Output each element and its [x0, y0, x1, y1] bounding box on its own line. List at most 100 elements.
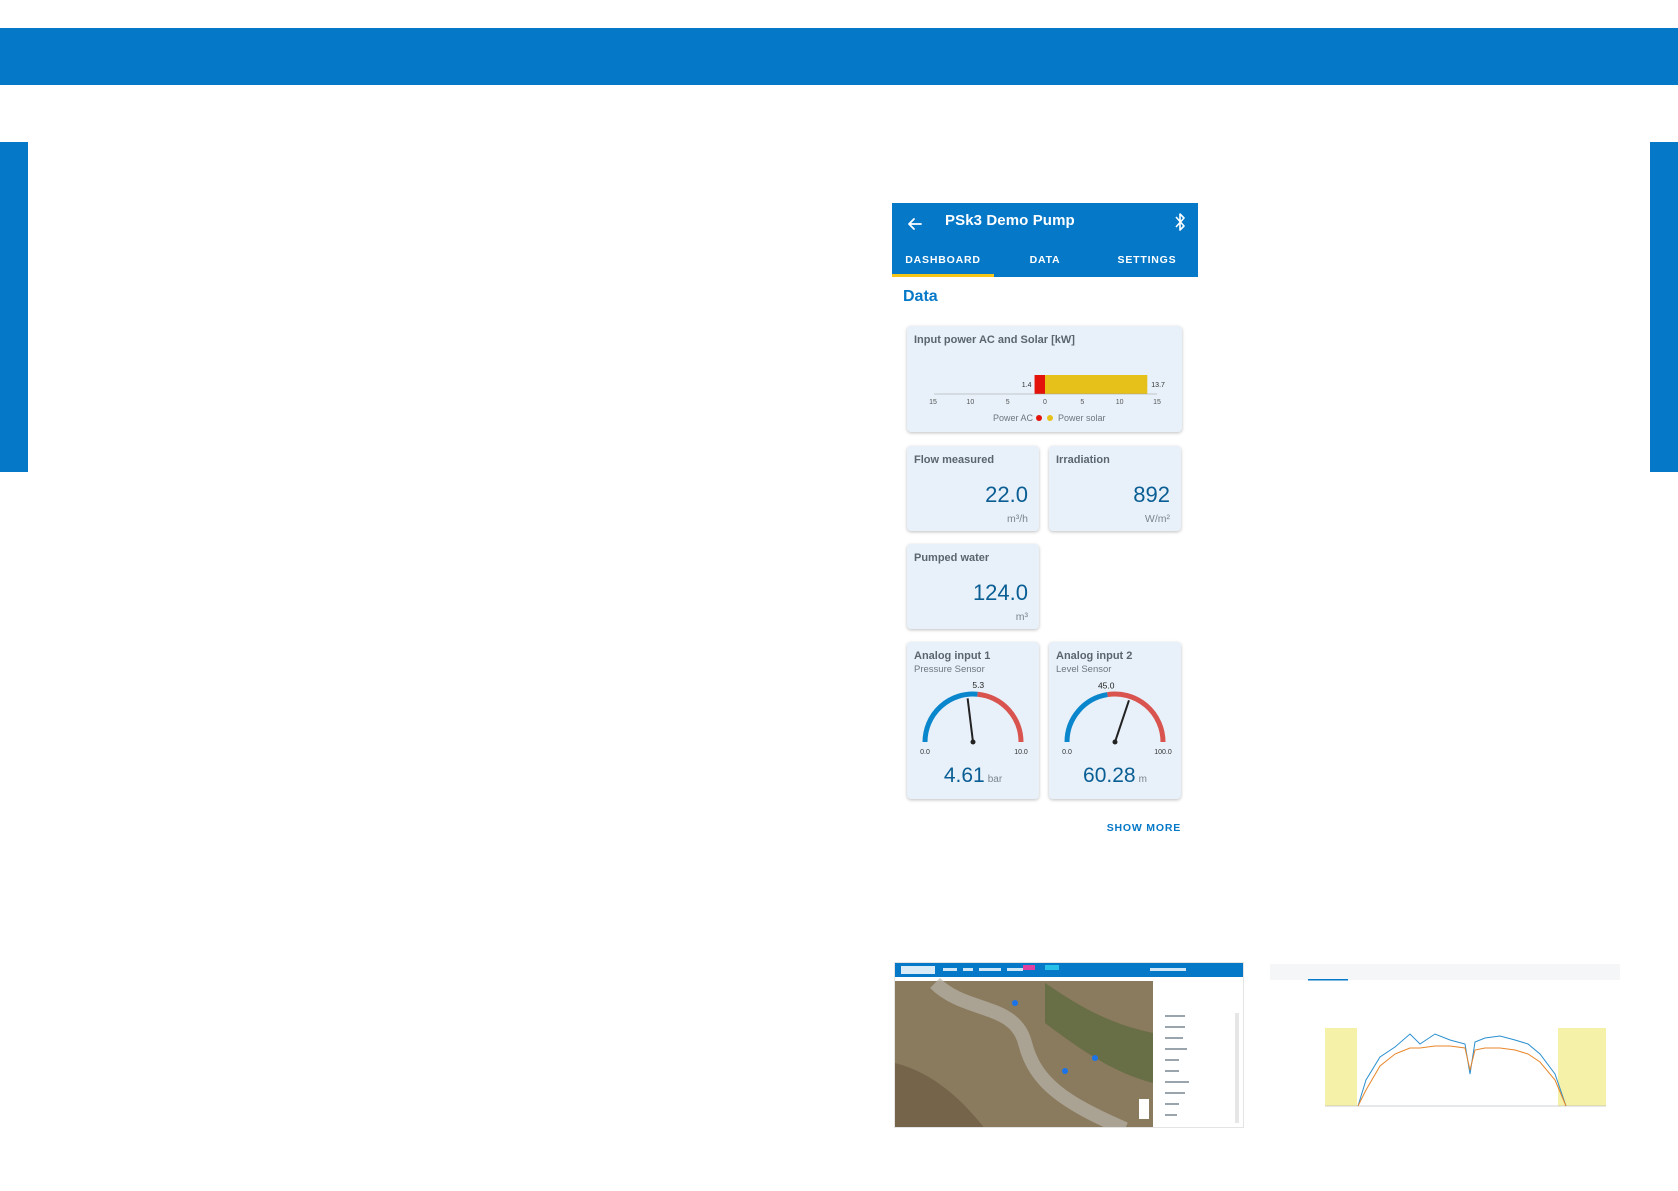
tab-bar: DASHBOARD DATA SETTINGS: [892, 243, 1198, 277]
list-scrollbar[interactable]: [1235, 1013, 1239, 1123]
tab-data[interactable]: DATA: [994, 243, 1096, 277]
power-solar-label: 13.7: [1151, 382, 1165, 389]
app-bar: PSk3 Demo Pump DASHBOARD DATA SETTINGS: [892, 203, 1198, 277]
flow-measured-card[interactable]: Flow measured 22.0 m³/h: [907, 446, 1039, 531]
tab-dashboard[interactable]: DASHBOARD: [892, 243, 994, 277]
web-portal-chart-thumbnail: [1270, 962, 1620, 1112]
gauge-arc-high: [1107, 691, 1166, 743]
map-side-list: [1153, 981, 1243, 1127]
power-ac-label: 1.4: [1022, 382, 1032, 389]
power-bar-chart: 1.4 13.7 15 10 5 0 5 10 15 Power AC Power sola…: [929, 375, 1165, 423]
analog-2-unit: m: [1138, 774, 1147, 785]
legend-ac-dot: [1036, 415, 1042, 421]
top-banner: [0, 28, 1678, 85]
gauge-needle: [966, 698, 974, 743]
gauge-arc-high: [977, 691, 1024, 743]
map-zoom-control[interactable]: [1139, 1099, 1149, 1119]
show-more-button[interactable]: SHOW MORE: [1107, 822, 1181, 834]
power-tick-label: 5: [1006, 399, 1010, 406]
card-title: Flow measured: [914, 454, 995, 466]
gauge-marker-label: 5.3: [972, 680, 984, 690]
power-tick-label: 10: [966, 399, 974, 406]
app-title: PSk3 Demo Pump: [945, 212, 1075, 229]
irradiation-card[interactable]: Irradiation 892 W/m²: [1049, 446, 1181, 531]
country-list-row[interactable]: [1165, 1015, 1185, 1017]
pumped-unit: m³: [1015, 611, 1028, 623]
analog-input-2-card[interactable]: Analog input 2 Level Sensor 45.0 0.0 100…: [1049, 642, 1181, 799]
power-ac-bar: [1034, 375, 1045, 394]
analog-2-reading: 60.28 m: [1049, 764, 1181, 788]
input-power-card[interactable]: Input power AC and Solar [kW] 1.4 13.7 1…: [907, 326, 1182, 432]
map-pump-marker[interactable]: [1092, 1055, 1098, 1061]
bluetooth-icon[interactable]: [1172, 212, 1188, 232]
gauge-max-label: 100.0: [1154, 749, 1172, 756]
country-list-row[interactable]: [1165, 1037, 1183, 1039]
active-tab-indicator: [1308, 979, 1348, 981]
legend-power-ac: Power AC: [993, 413, 1034, 423]
portal-new-badge: [1045, 965, 1059, 970]
level-gauge: 45.0 0.0 100.0: [1062, 681, 1172, 756]
legend-solar-dot: [1047, 415, 1053, 421]
gauge-hub: [1112, 739, 1118, 745]
power-tick-label: 15: [929, 399, 937, 406]
country-list-row[interactable]: [1165, 1081, 1189, 1083]
analog-input-1-card[interactable]: Analog input 1 Pressure Sensor 5.3 0.0 1…: [907, 642, 1039, 799]
chart-controls: [1322, 986, 1462, 994]
gauge-hub: [970, 739, 976, 745]
left-accent-bar: [0, 142, 28, 472]
power-tick-label: 5: [1080, 399, 1084, 406]
country-list-row[interactable]: [1165, 1103, 1179, 1105]
flow-unit: m³/h: [1007, 513, 1028, 525]
night-shading-left: [1325, 1028, 1357, 1106]
portal-nav-item: [979, 968, 1001, 971]
power-tick-label: 15: [1153, 399, 1161, 406]
map-pump-marker[interactable]: [1012, 1000, 1018, 1006]
power-solar-bar: [1045, 375, 1148, 394]
pumped-water-card[interactable]: Pumped water 124.0 m³: [907, 544, 1039, 629]
section-title: Data: [903, 288, 938, 305]
country-list-row[interactable]: [1165, 1059, 1179, 1061]
back-arrow-icon[interactable]: [904, 213, 926, 235]
irradiation-value: 892: [1133, 482, 1170, 507]
mobile-app-screen: PSk3 Demo Pump DASHBOARD DATA SETTINGS D…: [892, 203, 1198, 848]
power-series-line: [1357, 1045, 1567, 1107]
country-list-row[interactable]: [1165, 1026, 1185, 1028]
power-tick-label: 0: [1043, 399, 1047, 406]
chart-thumbnail-graphic: [1270, 964, 1620, 1107]
portal-tab-bar: [1270, 964, 1620, 980]
country-list-row[interactable]: [1165, 1114, 1177, 1116]
power-axis-ticks: 15 10 5 0 5 10 15: [929, 399, 1161, 406]
gauge-marker-label: 45.0: [1098, 681, 1115, 691]
flow-series-line: [1357, 1033, 1567, 1107]
portal-nav-item: [1007, 968, 1023, 971]
country-list-row[interactable]: [1165, 1070, 1179, 1072]
pumped-value: 124.0: [972, 580, 1028, 605]
country-list-row[interactable]: [1165, 1092, 1185, 1094]
flow-value: 22.0: [985, 482, 1028, 507]
pressure-gauge: 5.3 0.0 10.0: [920, 680, 1028, 756]
right-accent-bar: [1650, 142, 1678, 472]
gauge-max-label: 10.0: [1014, 749, 1028, 756]
map-pump-marker[interactable]: [1062, 1068, 1068, 1074]
legend-power-solar: Power solar: [1058, 413, 1106, 423]
portal-new-badge: [1023, 965, 1035, 970]
analog-1-value: 4.61: [943, 764, 985, 787]
portal-nav-item: [943, 968, 957, 971]
card-title: Pumped water: [914, 552, 990, 564]
analog-1-unit: bar: [987, 774, 1003, 785]
gauge-min-label: 0.0: [1062, 749, 1072, 756]
gauge-needle: [1114, 699, 1130, 743]
analog-2-value: 60.28: [1083, 764, 1136, 787]
analog-1-reading: 4.61 bar: [907, 764, 1039, 788]
tab-settings[interactable]: SETTINGS: [1096, 243, 1198, 277]
gauge-arc-low: [1064, 692, 1108, 743]
map-thumbnail-graphic: [895, 963, 1243, 1127]
irradiation-unit: W/m²: [1144, 513, 1170, 525]
country-list-row[interactable]: [1165, 1048, 1187, 1050]
web-portal-map-thumbnail: [894, 962, 1244, 1128]
night-shading-right: [1558, 1028, 1606, 1106]
card-title: Irradiation: [1056, 454, 1110, 466]
portal-user-email: [1150, 968, 1186, 971]
power-tick-label: 10: [1116, 399, 1124, 406]
portal-logo: [901, 966, 935, 974]
